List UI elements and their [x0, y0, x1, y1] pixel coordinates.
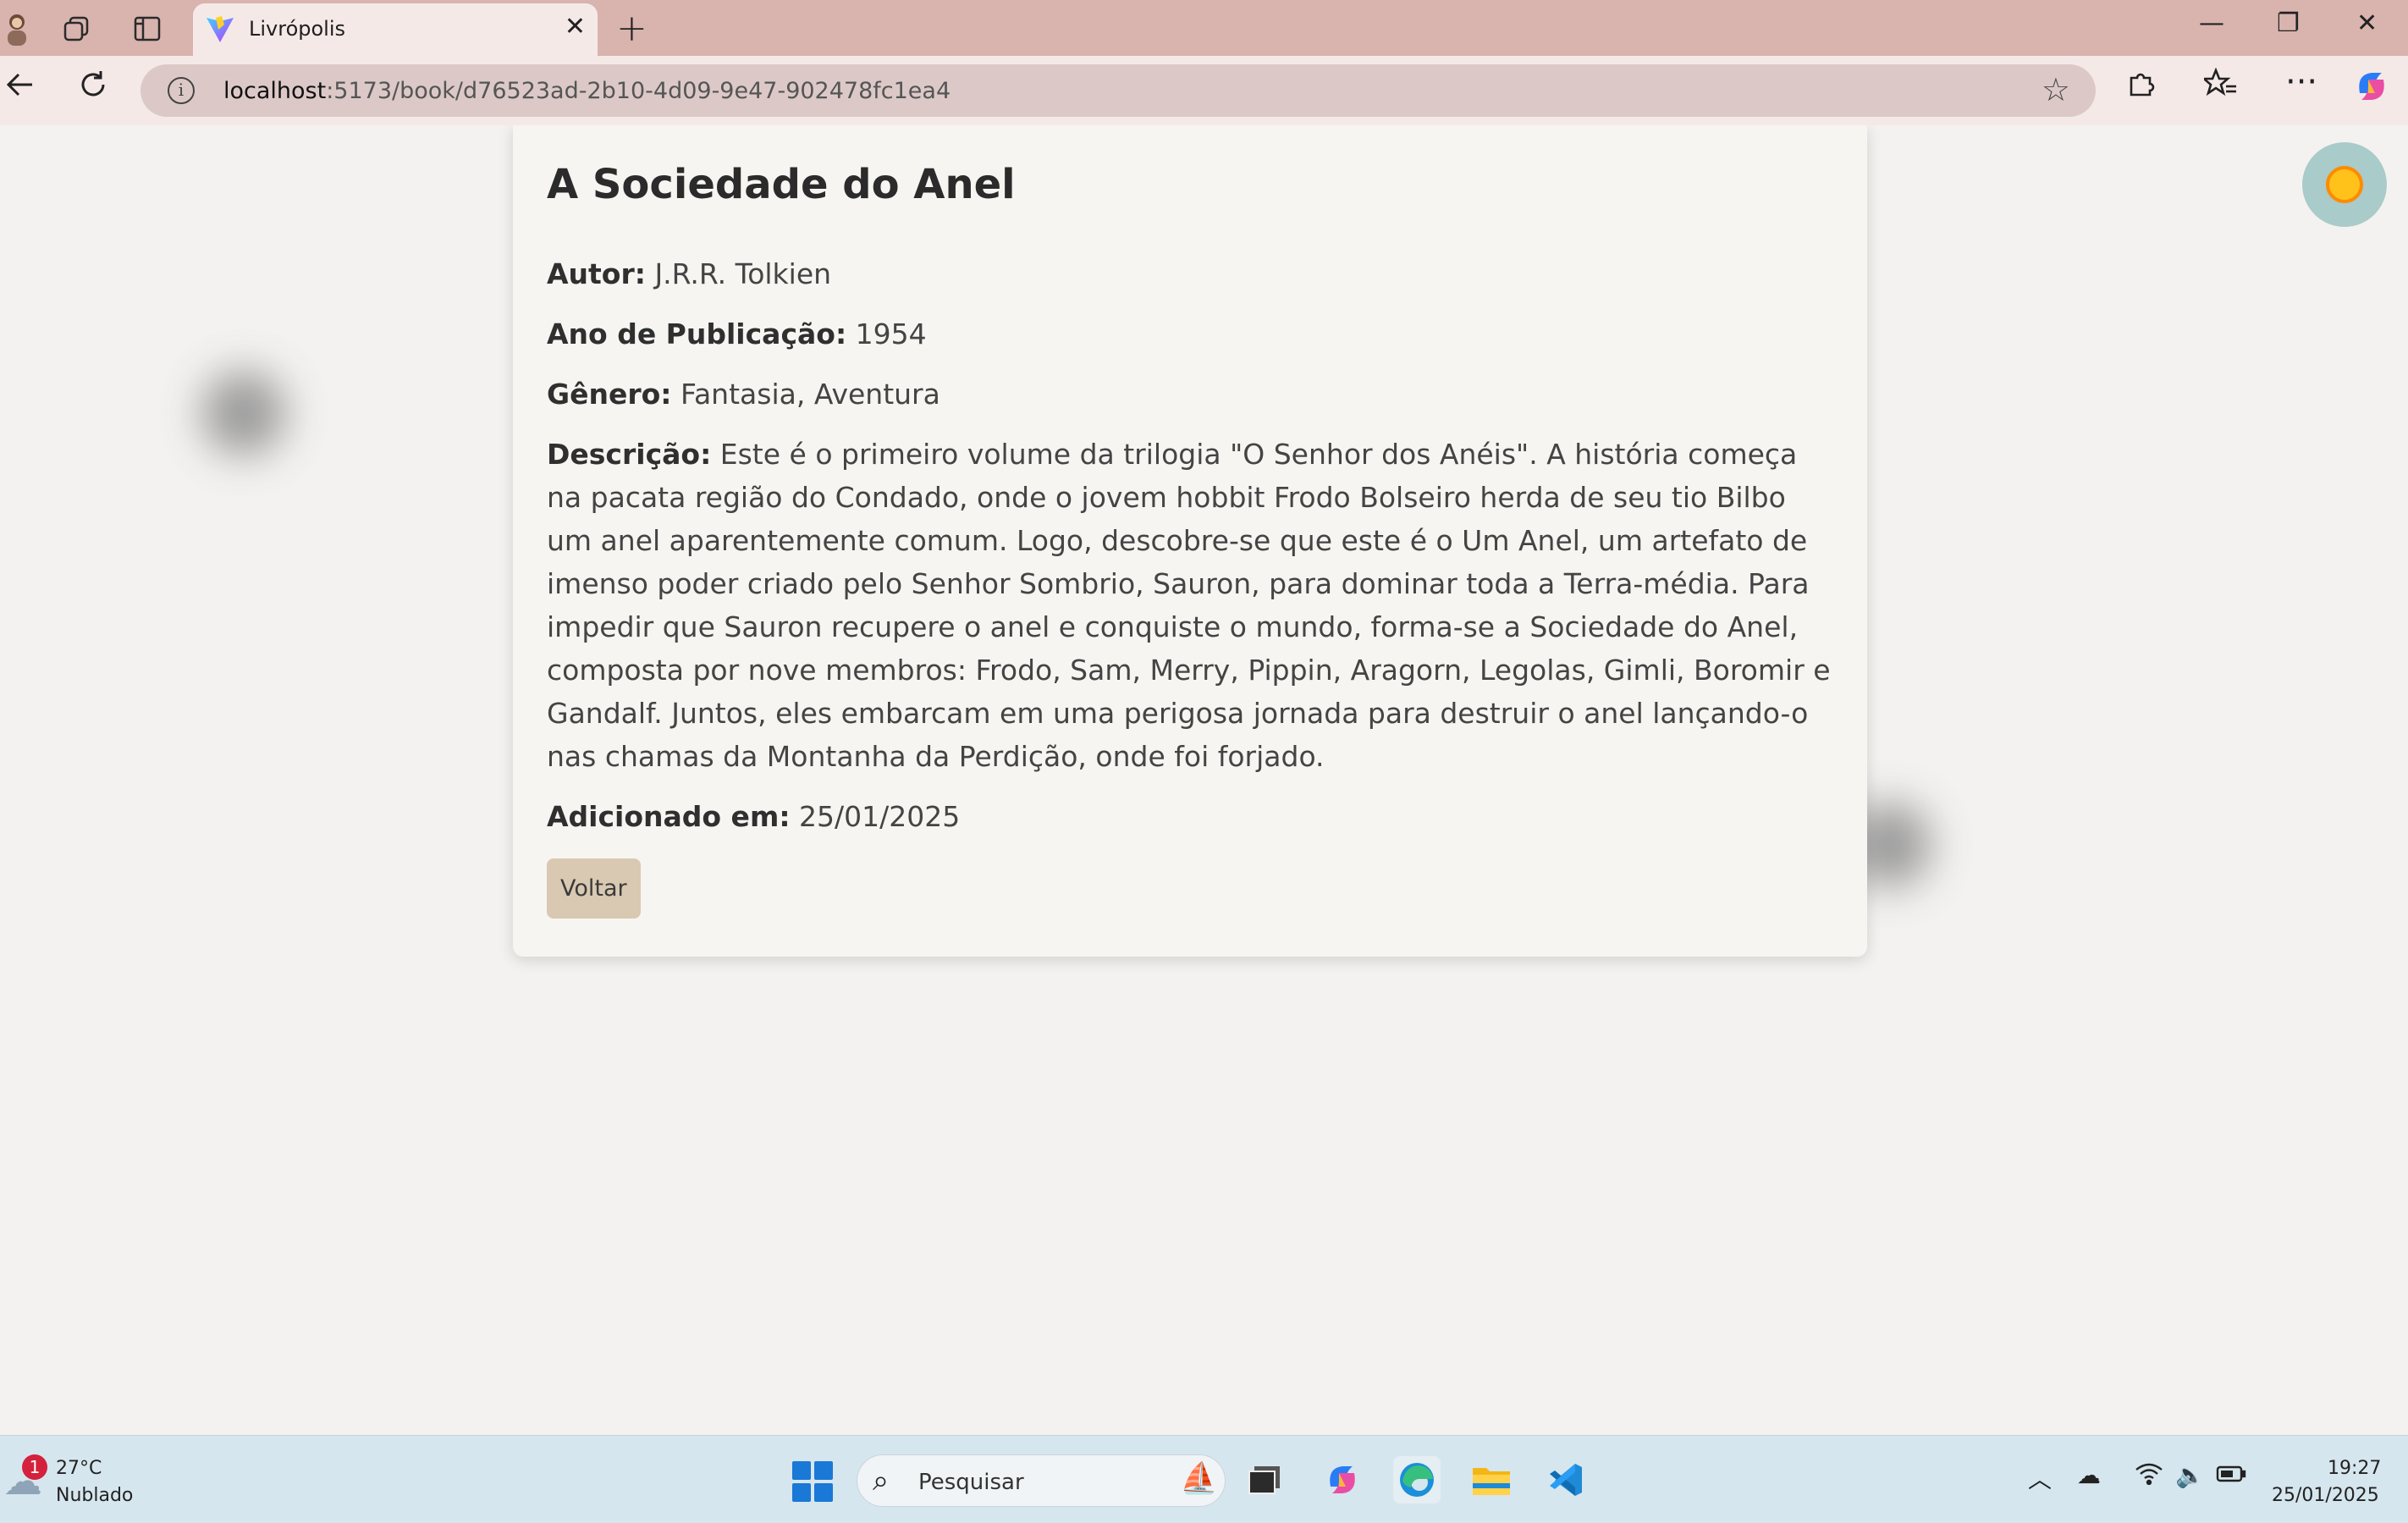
- url-text[interactable]: localhost:5173/book/d76523ad-2b10-4d09-9…: [223, 78, 951, 104]
- decorative-blur-blob: [201, 371, 286, 455]
- workspaces-icon[interactable]: [58, 10, 95, 47]
- copilot-taskbar-icon[interactable]: [1319, 1456, 1366, 1504]
- description-label: Descrição:: [547, 438, 712, 471]
- more-options-icon[interactable]: ···: [2285, 63, 2317, 102]
- active-tab[interactable]: Livrópolis ✕: [193, 3, 598, 56]
- edge-browser-icon[interactable]: [1393, 1456, 1441, 1504]
- book-year: Ano de Publicação: 1954: [547, 312, 1833, 356]
- vite-favicon-icon: [207, 16, 234, 42]
- browser-nav-bar: i localhost:5173/book/d76523ad-2b10-4d09…: [0, 56, 2408, 125]
- author-label: Autor:: [547, 257, 646, 290]
- close-window-button[interactable]: ✕: [2356, 8, 2378, 38]
- description-value: Este é o primeiro volume da trilogia "O …: [547, 438, 1831, 773]
- volume-icon[interactable]: 🔈: [2175, 1461, 2205, 1489]
- book-details-card: A Sociedade do Anel Autor: J.R.R. Tolkie…: [513, 125, 1867, 957]
- windows-taskbar: ☁ 1 27°C Nublado ⌕ Pesquisar ⛵ ︿ ☁ 🔈 19:…: [0, 1435, 2408, 1523]
- book-title: A Sociedade do Anel: [547, 161, 1016, 208]
- taskbar-search-box[interactable]: ⌕ Pesquisar ⛵: [857, 1454, 1226, 1507]
- favorites-icon[interactable]: [2201, 67, 2238, 107]
- browser-tab-bar: Livrópolis ✕ + — ❐ ✕: [0, 0, 2408, 56]
- author-value: J.R.R. Tolkien: [654, 257, 832, 290]
- year-label: Ano de Publicação:: [547, 317, 847, 350]
- page-viewport: A Sociedade do Anel Autor: J.R.R. Tolkie…: [0, 125, 2408, 1435]
- search-placeholder: Pesquisar: [918, 1470, 1024, 1495]
- extensions-icon[interactable]: [2126, 68, 2157, 107]
- genre-value: Fantasia, Aventura: [681, 378, 940, 411]
- copilot-icon[interactable]: [2353, 68, 2390, 113]
- url-path: :5173/book/d76523ad-2b10-4d09-9e47-90247…: [326, 78, 951, 104]
- vertical-tabs-icon[interactable]: [129, 10, 166, 47]
- onedrive-sync-icon[interactable]: ☁: [2077, 1461, 2101, 1489]
- tab-close-icon[interactable]: ✕: [565, 12, 586, 41]
- search-icon: ⌕: [873, 1464, 890, 1498]
- back-button[interactable]: Voltar: [547, 858, 641, 919]
- year-value: 1954: [855, 317, 927, 350]
- back-arrow-icon[interactable]: [3, 68, 37, 110]
- vscode-icon[interactable]: [1542, 1456, 1590, 1504]
- genre-label: Gênero:: [547, 378, 672, 411]
- tab-title: Livrópolis: [249, 17, 346, 41]
- file-explorer-icon[interactable]: [1468, 1456, 1515, 1504]
- site-info-icon[interactable]: i: [168, 77, 195, 104]
- added-label: Adicionado em:: [547, 800, 791, 833]
- show-hidden-icons-chevron-icon[interactable]: ︿: [2028, 1461, 2052, 1495]
- minimize-button[interactable]: —: [2199, 8, 2224, 38]
- windows-start-icon[interactable]: [792, 1461, 833, 1502]
- book-added-date: Adicionado em: 25/01/2025: [547, 795, 1833, 838]
- book-author: Autor: J.R.R. Tolkien: [547, 252, 1833, 295]
- favorite-star-icon[interactable]: ☆: [2042, 71, 2070, 108]
- address-bar[interactable]: i localhost:5173/book/d76523ad-2b10-4d09…: [141, 64, 2096, 117]
- added-value: 25/01/2025: [799, 800, 961, 833]
- clock-time[interactable]: 19:27: [2328, 1458, 2381, 1479]
- theme-toggle-button[interactable]: [2302, 142, 2387, 227]
- battery-icon[interactable]: [2216, 1461, 2246, 1489]
- notification-badge: 1: [22, 1454, 47, 1480]
- url-host: localhost: [223, 78, 327, 104]
- book-genre: Gênero: Fantasia, Aventura: [547, 372, 1833, 416]
- book-description: Descrição: Este é o primeiro volume da t…: [547, 433, 1833, 778]
- sun-icon: [2326, 166, 2363, 203]
- clock-date[interactable]: 25/01/2025: [2272, 1485, 2379, 1506]
- new-tab-button[interactable]: +: [616, 7, 647, 50]
- weather-description: Nublado: [56, 1485, 134, 1506]
- restore-button[interactable]: ❐: [2277, 8, 2300, 38]
- profile-avatar-icon[interactable]: [0, 10, 36, 47]
- task-view-icon[interactable]: [1241, 1456, 1288, 1504]
- refresh-icon[interactable]: [76, 68, 110, 110]
- weather-temperature: 27°C: [56, 1458, 102, 1479]
- wifi-icon[interactable]: [2135, 1461, 2163, 1491]
- search-highlight-icon: ⛵: [1180, 1461, 1218, 1496]
